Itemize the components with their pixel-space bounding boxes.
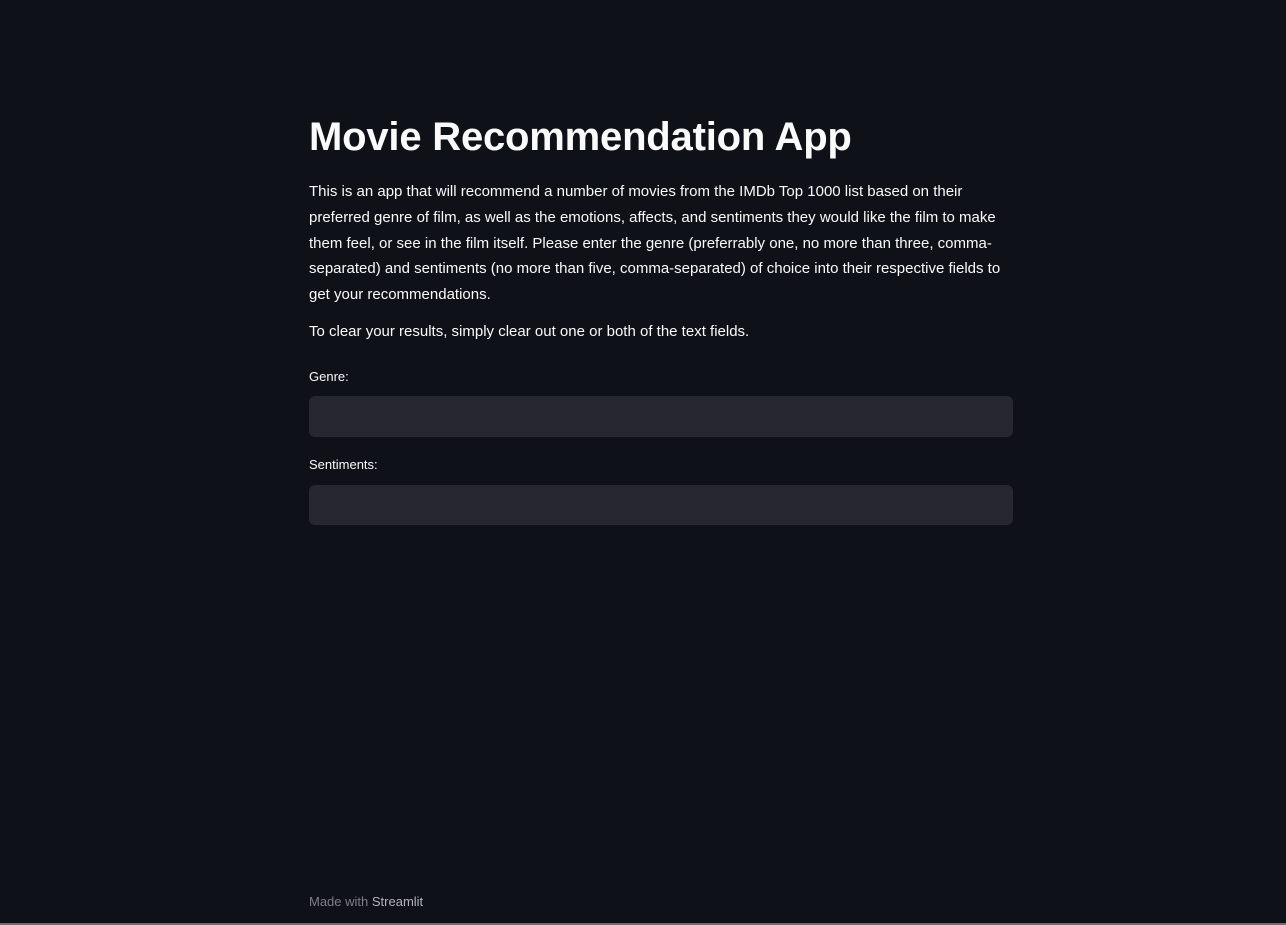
app-root: Movie Recommendation App This is an app … <box>0 0 1286 925</box>
clear-hint: To clear your results, simply clear out … <box>309 322 750 340</box>
app-description: This is an app that will recommend a num… <box>309 183 1001 304</box>
sentiments-input[interactable] <box>309 485 1013 525</box>
genre-input[interactable] <box>309 396 1013 437</box>
genre-label: Genre: <box>309 369 349 384</box>
main-content: Movie Recommendation App This is an app … <box>309 112 1013 525</box>
sentiments-label: Sentiments: <box>309 457 378 472</box>
streamlit-link[interactable]: Streamlit <box>372 894 423 909</box>
footer: Made with Streamlit <box>309 894 423 910</box>
footer-prefix: Made with <box>309 894 369 909</box>
page-title: Movie Recommendation App <box>309 115 852 159</box>
